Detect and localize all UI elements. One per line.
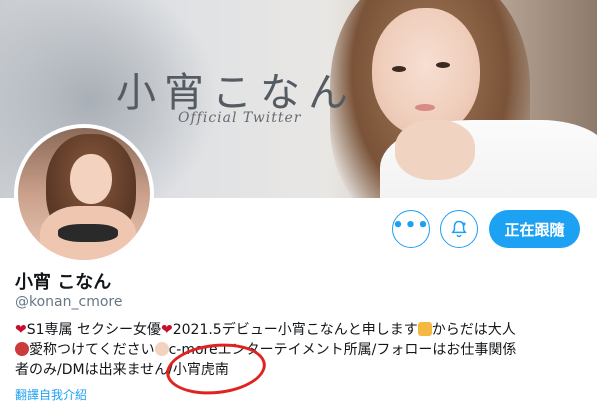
bio-line2-a: 愛称つけてください [29, 342, 155, 358]
bio-line1-c: からだは大人 [431, 322, 516, 338]
translate-bio-link[interactable]: 翻譯自我介紹 [15, 386, 87, 403]
tiger-icon [417, 322, 432, 336]
hand-icon [154, 342, 169, 356]
banner-lips [415, 104, 435, 111]
bio: ❤S1専属 セクシー女優❤2021.5デビュー小宵こなんと申します からだは大人 … [15, 320, 585, 380]
more-options-button[interactable]: ••• [392, 210, 430, 248]
banner-eye-left [392, 66, 406, 72]
display-name: 小宵 こなん [15, 272, 112, 293]
banner-face [372, 8, 480, 136]
heart-icon: ❤ [15, 322, 27, 338]
avatar-face [70, 154, 112, 204]
avatar[interactable] [14, 124, 154, 264]
bio-line1-a: S1専属 セクシー女優 [26, 322, 161, 338]
avatar-swimsuit [58, 224, 118, 242]
more-dots-icon: ••• [392, 215, 430, 236]
banner-eye-right [436, 62, 450, 68]
notifications-button[interactable] [440, 210, 478, 248]
heart-icon: ❤ [160, 322, 173, 338]
mail-icon [15, 342, 29, 356]
bio-line1-b: 2021.5デビュー小宵こなんと申します [172, 322, 418, 338]
banner-subtitle: Official Twitter [178, 110, 302, 126]
handle: @konan_cmore [15, 294, 123, 310]
following-button[interactable]: 正在跟隨 [489, 210, 580, 248]
banner-hand [395, 120, 475, 180]
bell-plus-icon [451, 220, 467, 238]
